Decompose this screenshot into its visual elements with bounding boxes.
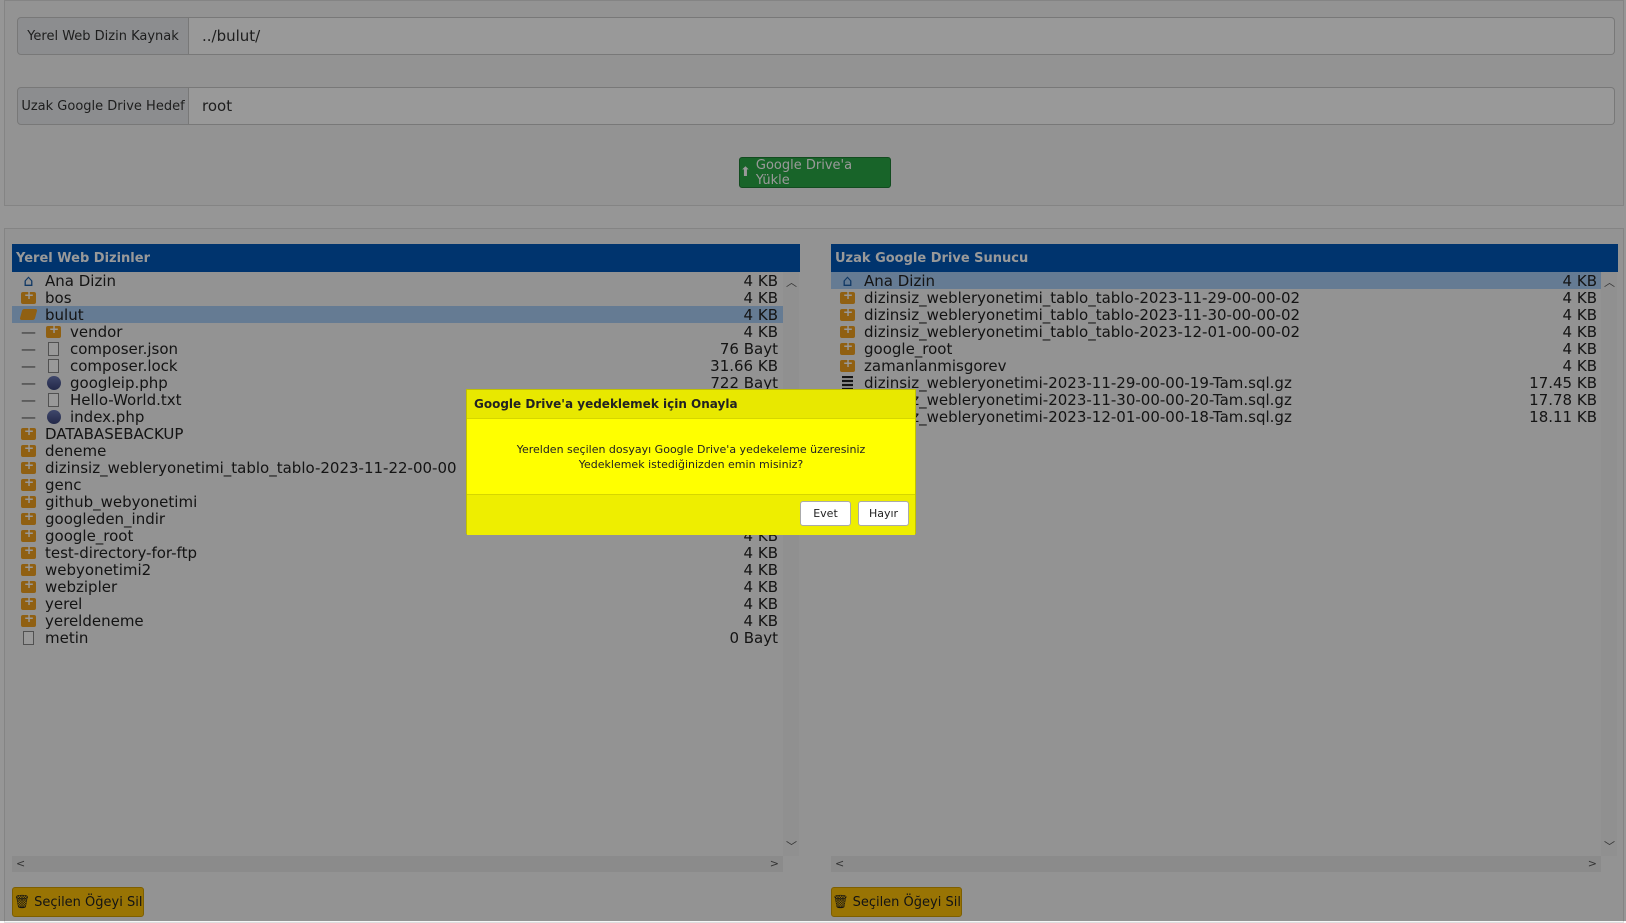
dialog-message-line1: Yerelden seçilen dosyayı Google Drive'a … xyxy=(516,442,866,456)
dialog-title: Google Drive'a yedeklemek için Onayla xyxy=(467,390,915,419)
dialog-body: Yerelden seçilen dosyayı Google Drive'a … xyxy=(467,419,915,494)
dialog-message-line2: Yedeklemek istediğinizden emin misiniz? xyxy=(578,457,804,471)
confirm-dialog: Google Drive'a yedeklemek için Onayla Ye… xyxy=(466,389,916,535)
dialog-footer: Evet Hayır xyxy=(467,494,915,535)
dialog-yes-button[interactable]: Evet xyxy=(800,501,851,526)
dialog-no-button[interactable]: Hayır xyxy=(858,501,909,526)
